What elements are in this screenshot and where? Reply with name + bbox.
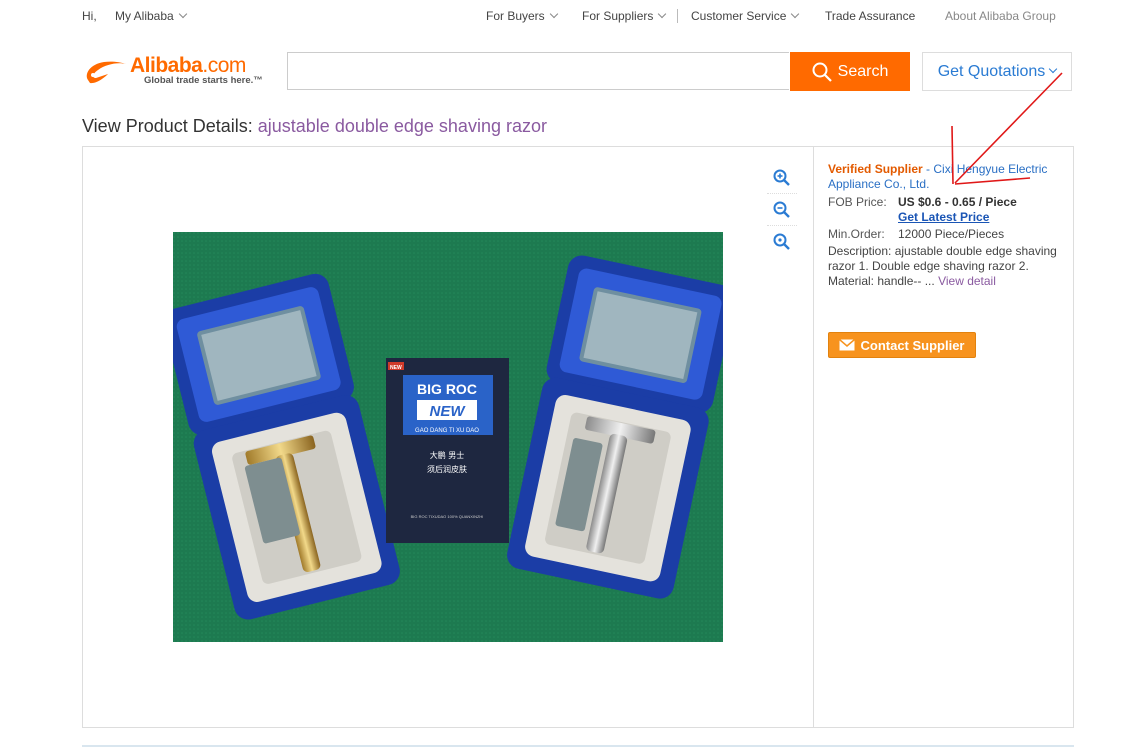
trade-assurance-link[interactable]: Trade Assurance [825, 9, 915, 23]
search-button-label: Search [837, 62, 889, 80]
page-title-prefix: View Product Details: [82, 116, 253, 136]
zoom-controls [767, 163, 801, 258]
caret-down-icon [791, 9, 800, 19]
customer-service-label: Customer Service [691, 9, 787, 23]
envelope-icon [839, 339, 856, 351]
product-detail-panel: NEW BIG ROC NEW GAO DANG TI XU DAO 大鹏 男士… [82, 146, 1074, 728]
caret-down-icon [178, 9, 187, 19]
product-name: ajustable double edge shaving razor [257, 116, 547, 136]
zoom-in-button[interactable] [767, 163, 797, 194]
about-link[interactable]: About Alibaba Group [945, 9, 1056, 23]
contact-supplier-button[interactable]: Contact Supplier [828, 332, 976, 358]
divider [813, 147, 814, 727]
min-order-row: Min.Order: 12000 Piece/Pieces [828, 227, 1063, 242]
get-quotations-label: Get Quotations [937, 62, 1046, 80]
zoom-reset-button[interactable] [767, 227, 797, 257]
search-icon [812, 62, 832, 82]
min-order-label: Min.Order: [828, 227, 885, 241]
zoom-out-icon [773, 201, 790, 218]
svg-text:BIG ROC TIXUDAO 100% QUANXINZH: BIG ROC TIXUDAO 100% QUANXINZHI [411, 514, 484, 519]
svg-text:NEW: NEW [390, 365, 402, 371]
logo-icon [86, 61, 126, 84]
top-bar: Hi, My Alibaba For Buyers For Suppliers … [0, 0, 1145, 32]
contact-supplier-label: Contact Supplier [860, 337, 965, 353]
zoom-reset-icon [773, 233, 790, 250]
page-title: View Product Details: ajustable double e… [82, 116, 547, 137]
fob-price-row: FOB Price: US $0.6 - 0.65 / Piece Get La… [828, 195, 1063, 225]
zoom-out-button[interactable] [767, 195, 797, 226]
for-buyers-label: For Buyers [486, 9, 545, 23]
caret-down-icon [1049, 64, 1058, 73]
view-detail-link[interactable]: View detail [938, 274, 996, 288]
my-alibaba-menu[interactable]: My Alibaba [115, 9, 187, 23]
for-buyers-menu[interactable]: For Buyers [486, 9, 558, 23]
logo-tagline: Global trade starts here.™ [144, 75, 263, 86]
fob-price-value: US $0.6 - 0.65 / Piece [898, 195, 1017, 209]
get-latest-price-link[interactable]: Get Latest Price [898, 210, 989, 224]
svg-text:NEW: NEW [430, 403, 467, 420]
product-info: Verified Supplier - Cixi Hengyue Electri… [828, 162, 1063, 289]
caret-down-icon [549, 9, 558, 19]
svg-text:BIG ROC: BIG ROC [417, 381, 477, 397]
fob-price-label: FOB Price: [828, 195, 887, 209]
divider [677, 9, 678, 23]
description-label: Description: [828, 244, 892, 258]
for-suppliers-menu[interactable]: For Suppliers [582, 9, 667, 23]
customer-service-menu[interactable]: Customer Service [691, 9, 800, 23]
greeting: Hi, [82, 9, 97, 23]
caret-down-icon [658, 9, 667, 19]
product-image[interactable]: NEW BIG ROC NEW GAO DANG TI XU DAO 大鹏 男士… [173, 232, 723, 642]
svg-text:大鹏 男士: 大鹏 男士 [430, 450, 465, 460]
get-quotations-button[interactable]: Get Quotations [922, 52, 1072, 91]
my-alibaba-label: My Alibaba [115, 9, 174, 23]
zoom-in-icon [773, 169, 790, 186]
footer-divider [82, 745, 1074, 747]
for-suppliers-label: For Suppliers [582, 9, 654, 23]
verified-supplier-label: Verified Supplier [828, 162, 923, 176]
dash: - [922, 162, 934, 176]
svg-text:须后润皮肤: 须后润皮肤 [427, 464, 467, 474]
alibaba-logo[interactable]: Alibaba.com Global trade starts here.™ [82, 54, 277, 88]
description-row: Description: ajustable double edge shavi… [828, 244, 1063, 289]
razor-photo: NEW BIG ROC NEW GAO DANG TI XU DAO 大鹏 男士… [173, 232, 723, 642]
search-button[interactable]: Search [790, 52, 910, 91]
fob-price-block: US $0.6 - 0.65 / Piece Get Latest Price [898, 195, 1017, 225]
supplier-line: Verified Supplier - Cixi Hengyue Electri… [828, 162, 1063, 192]
min-order-value: 12000 Piece/Pieces [898, 227, 1005, 241]
svg-text:GAO DANG TI XU DAO: GAO DANG TI XU DAO [415, 428, 479, 434]
search-input[interactable] [287, 52, 789, 90]
